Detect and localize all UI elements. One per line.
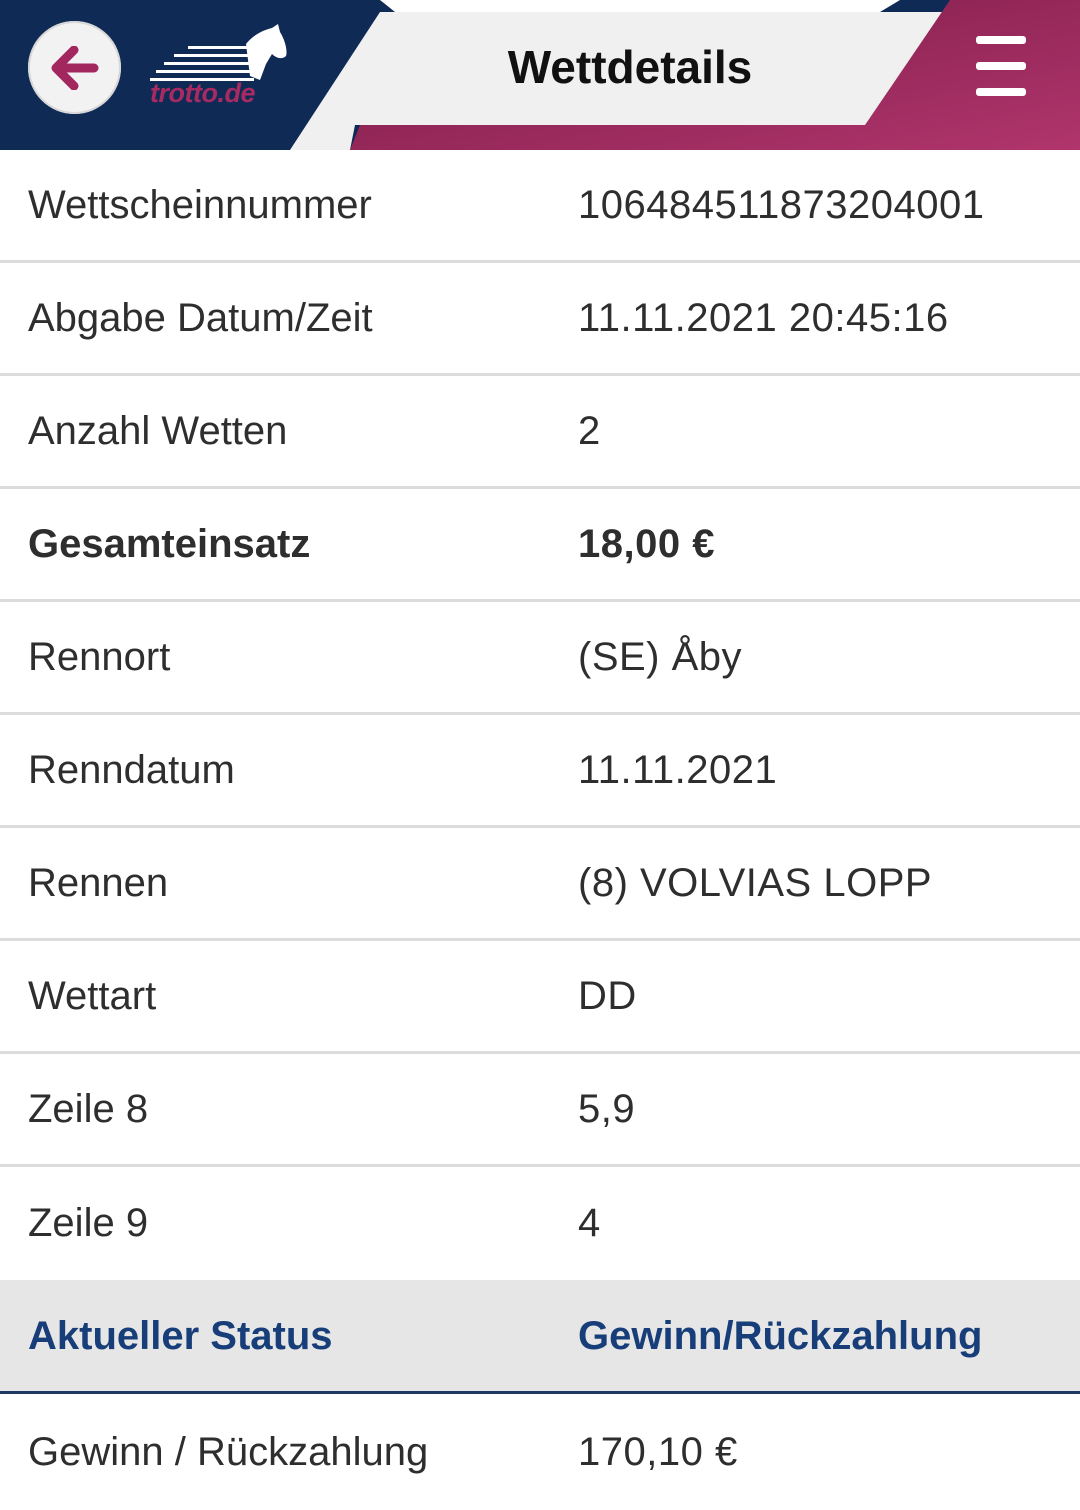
back-arrow-icon	[51, 45, 98, 90]
detail-row-line-9: Zeile 9 4	[0, 1167, 1080, 1280]
detail-label: Wettscheinnummer	[28, 182, 372, 227]
detail-value: 18,00 €	[578, 521, 715, 566]
detail-label: Renndatum	[28, 747, 235, 792]
menu-bar	[976, 88, 1026, 96]
detail-value: 170,10 €	[578, 1429, 738, 1474]
detail-label: Gesamteinsatz	[28, 521, 311, 566]
menu-bar	[976, 36, 1026, 44]
detail-row-race-venue: Rennort (SE) Åby	[0, 602, 1080, 715]
detail-row-race-date: Renndatum 11.11.2021	[0, 715, 1080, 828]
detail-row-line-8: Zeile 8 5,9	[0, 1054, 1080, 1167]
detail-row-total-stake: Gesamteinsatz 18,00 €	[0, 489, 1080, 602]
menu-bar	[976, 62, 1026, 70]
detail-label: Rennort	[28, 634, 171, 679]
status-header-label: Aktueller Status	[28, 1314, 333, 1358]
bet-details-list: Wettscheinnummer 106484511873204001 Abga…	[0, 150, 1080, 1510]
detail-value: 11.11.2021 20:45:16	[578, 295, 949, 340]
detail-label: Anzahl Wetten	[28, 408, 288, 453]
page-title: Wettdetails	[507, 41, 753, 93]
detail-value: 2	[578, 408, 601, 453]
back-button[interactable]	[28, 21, 121, 114]
detail-value: 5,9	[578, 1086, 636, 1131]
detail-row-bet-type: Wettart DD	[0, 941, 1080, 1054]
status-header-value: Gewinn/Rückzahlung	[578, 1314, 983, 1358]
detail-label: Zeile 8	[28, 1086, 149, 1131]
detail-row-submission-datetime: Abgabe Datum/Zeit 11.11.2021 20:45:16	[0, 263, 1080, 376]
detail-value: (8) VOLVIAS LOPP	[578, 860, 933, 905]
detail-value: DD	[578, 973, 637, 1018]
detail-row-ticket-number: Wettscheinnummer 106484511873204001	[0, 150, 1080, 263]
detail-label: Zeile 9	[28, 1201, 149, 1245]
detail-value: 4	[578, 1201, 601, 1245]
detail-value: 106484511873204001	[578, 182, 985, 227]
detail-label: Gewinn / Rückzahlung	[28, 1429, 429, 1474]
detail-row-race: Rennen (8) VOLVIAS LOPP	[0, 828, 1080, 941]
detail-label: Wettart	[28, 973, 157, 1018]
detail-value: (SE) Åby	[578, 634, 743, 679]
detail-label: Abgabe Datum/Zeit	[28, 295, 373, 340]
detail-value: 11.11.2021	[578, 747, 778, 792]
hamburger-menu-icon[interactable]	[960, 36, 1042, 96]
status-section-header: Aktueller Status Gewinn/Rückzahlung	[0, 1280, 1080, 1394]
detail-row-bet-count: Anzahl Wetten 2	[0, 376, 1080, 489]
detail-row-payout: Gewinn / Rückzahlung 170,10 €	[0, 1394, 1080, 1510]
app-header: trotto.de Wettdetails	[0, 0, 1080, 150]
detail-label: Rennen	[28, 860, 169, 905]
logo-text: trotto.de	[150, 78, 255, 108]
